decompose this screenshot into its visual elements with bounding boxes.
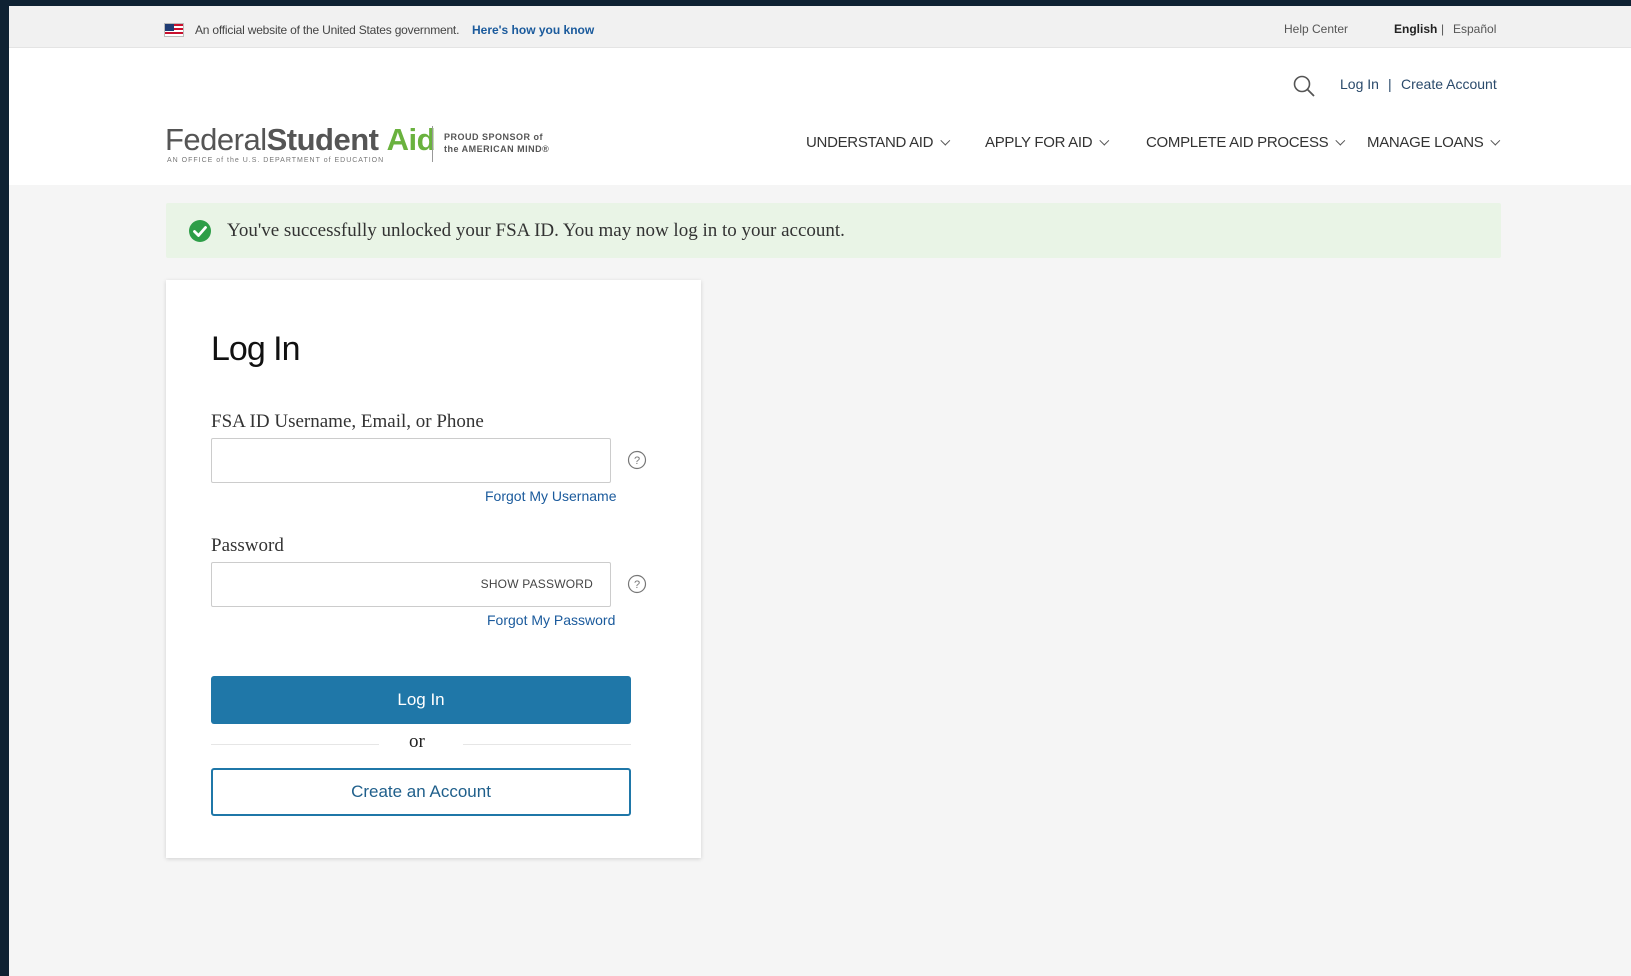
gov-official-text: An official website of the United States…: [195, 23, 460, 37]
login-card: Log In FSA ID Username, Email, or Phone …: [166, 280, 701, 858]
forgot-username-link[interactable]: Forgot My Username: [485, 488, 616, 504]
check-circle-icon: [189, 220, 211, 242]
logo-aid: Aid: [386, 122, 436, 157]
logo-divider: [432, 126, 433, 162]
heres-how-you-know-link[interactable]: Here's how you know: [472, 23, 594, 37]
or-separator: or: [409, 731, 425, 752]
help-center-link[interactable]: Help Center: [1284, 22, 1348, 36]
logo-federal: Federal: [165, 122, 267, 157]
logo-student: Student: [266, 122, 379, 157]
chevron-down-icon: [940, 135, 951, 146]
divider-left: [211, 744, 379, 745]
header-create-account-link[interactable]: Create Account: [1401, 76, 1497, 92]
chevron-down-icon: [1490, 135, 1501, 146]
username-input[interactable]: [211, 438, 611, 483]
chevron-down-icon: [1335, 135, 1346, 146]
us-flag-icon: [164, 23, 184, 37]
svg-text:?: ?: [634, 455, 640, 467]
nav-manage-loans[interactable]: MANAGE LOANS: [1367, 134, 1501, 151]
language-separator: |: [1441, 22, 1445, 36]
header-login-link[interactable]: Log In: [1340, 76, 1379, 92]
search-icon[interactable]: [1292, 74, 1316, 98]
login-title: Log In: [211, 330, 301, 368]
header-separator: |: [1388, 76, 1392, 92]
forgot-password-link[interactable]: Forgot My Password: [487, 612, 615, 628]
question-circle-icon[interactable]: ?: [627, 574, 647, 594]
divider-right: [463, 744, 631, 745]
svg-text:?: ?: [634, 579, 640, 591]
fsa-logo[interactable]: FederalStudent Aid AN OFFICE of the U.S.…: [165, 122, 565, 166]
alert-message: You've successfully unlocked your FSA ID…: [227, 220, 845, 241]
create-account-button[interactable]: Create an Account: [211, 768, 631, 816]
language-spanish-link[interactable]: Español: [1453, 22, 1496, 36]
chevron-down-icon: [1099, 135, 1110, 146]
nav-complete-aid-process[interactable]: COMPLETE AID PROCESS: [1146, 134, 1346, 151]
logo-subtitle: AN OFFICE of the U.S. DEPARTMENT of EDUC…: [167, 157, 385, 164]
language-english-link[interactable]: English: [1394, 22, 1437, 36]
username-label: FSA ID Username, Email, or Phone: [211, 411, 484, 432]
question-circle-icon[interactable]: ?: [627, 450, 647, 470]
gov-banner: An official website of the United States…: [9, 6, 1631, 48]
sponsor-line-1: PROUD SPONSOR of: [444, 132, 544, 142]
show-password-toggle[interactable]: SHOW PASSWORD: [481, 577, 593, 591]
site-header: Log In | Create Account FederalStudent A…: [9, 48, 1631, 185]
sponsor-line-2: the AMERICAN MIND®: [444, 144, 550, 154]
password-label: Password: [211, 535, 284, 556]
login-button[interactable]: Log In: [211, 676, 631, 724]
nav-apply-for-aid[interactable]: APPLY FOR AID: [985, 134, 1110, 151]
sponsor-text: PROUD SPONSOR of the AMERICAN MIND®: [444, 131, 549, 155]
success-alert: You've successfully unlocked your FSA ID…: [166, 203, 1501, 258]
nav-understand-aid[interactable]: UNDERSTAND AID: [806, 134, 951, 151]
browser-viewport: An official website of the United States…: [9, 6, 1631, 976]
password-input[interactable]: SHOW PASSWORD: [211, 562, 611, 607]
